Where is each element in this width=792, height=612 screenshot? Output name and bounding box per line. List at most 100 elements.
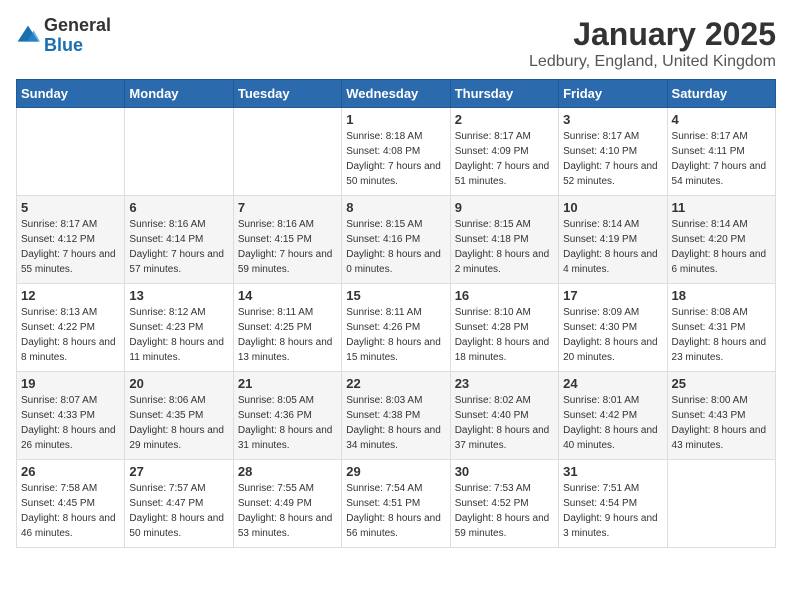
day-info: Sunrise: 8:16 AM Sunset: 4:14 PM Dayligh…: [129, 217, 228, 277]
calendar-cell: 29 Sunrise: 7:54 AM Sunset: 4:51 PM Dayli…: [342, 460, 450, 548]
day-number: 9: [455, 200, 554, 215]
day-number: 14: [238, 288, 337, 303]
day-info: Sunrise: 8:13 AM Sunset: 4:22 PM Dayligh…: [21, 305, 120, 365]
logo-general-text: General: [44, 16, 111, 36]
logo: General Blue: [16, 16, 111, 56]
day-number: 16: [455, 288, 554, 303]
day-info: Sunrise: 8:09 AM Sunset: 4:30 PM Dayligh…: [563, 305, 662, 365]
calendar-cell: [17, 108, 125, 196]
day-info: Sunrise: 8:16 AM Sunset: 4:15 PM Dayligh…: [238, 217, 337, 277]
calendar-cell: 19 Sunrise: 8:07 AM Sunset: 4:33 PM Dayli…: [17, 372, 125, 460]
day-info: Sunrise: 8:17 AM Sunset: 4:09 PM Dayligh…: [455, 129, 554, 189]
calendar-cell: 15 Sunrise: 8:11 AM Sunset: 4:26 PM Dayli…: [342, 284, 450, 372]
day-number: 4: [672, 112, 771, 127]
col-header-sunday: Sunday: [17, 80, 125, 108]
day-info: Sunrise: 8:12 AM Sunset: 4:23 PM Dayligh…: [129, 305, 228, 365]
day-info: Sunrise: 8:17 AM Sunset: 4:11 PM Dayligh…: [672, 129, 771, 189]
logo-blue-text: Blue: [44, 36, 111, 56]
calendar-cell: 21 Sunrise: 8:05 AM Sunset: 4:36 PM Dayli…: [233, 372, 341, 460]
calendar-cell: 25 Sunrise: 8:00 AM Sunset: 4:43 PM Dayli…: [667, 372, 775, 460]
col-header-tuesday: Tuesday: [233, 80, 341, 108]
page-subtitle: Ledbury, England, United Kingdom: [529, 53, 776, 71]
calendar-table: SundayMondayTuesdayWednesdayThursdayFrid…: [16, 79, 776, 548]
day-number: 29: [346, 464, 445, 479]
col-header-saturday: Saturday: [667, 80, 775, 108]
calendar-cell: 22 Sunrise: 8:03 AM Sunset: 4:38 PM Dayli…: [342, 372, 450, 460]
day-number: 12: [21, 288, 120, 303]
header: General Blue January 2025 Ledbury, Engla…: [16, 16, 776, 71]
calendar-cell: 5 Sunrise: 8:17 AM Sunset: 4:12 PM Daylig…: [17, 196, 125, 284]
day-info: Sunrise: 7:58 AM Sunset: 4:45 PM Dayligh…: [21, 481, 120, 541]
calendar-cell: 12 Sunrise: 8:13 AM Sunset: 4:22 PM Dayli…: [17, 284, 125, 372]
calendar-cell: 16 Sunrise: 8:10 AM Sunset: 4:28 PM Dayli…: [450, 284, 558, 372]
day-number: 2: [455, 112, 554, 127]
day-info: Sunrise: 8:01 AM Sunset: 4:42 PM Dayligh…: [563, 393, 662, 453]
calendar-cell: [667, 460, 775, 548]
day-info: Sunrise: 8:17 AM Sunset: 4:10 PM Dayligh…: [563, 129, 662, 189]
calendar-cell: 11 Sunrise: 8:14 AM Sunset: 4:20 PM Dayli…: [667, 196, 775, 284]
day-number: 6: [129, 200, 228, 215]
calendar-cell: 8Sunrise: 8:15 AM Sunset: 4:16 PM Daylig…: [342, 196, 450, 284]
day-number: 8: [346, 200, 445, 215]
page-title: January 2025: [529, 16, 776, 53]
calendar-cell: 10Sunrise: 8:14 AM Sunset: 4:19 PM Dayli…: [559, 196, 667, 284]
day-info: Sunrise: 8:06 AM Sunset: 4:35 PM Dayligh…: [129, 393, 228, 453]
day-info: Sunrise: 7:55 AM Sunset: 4:49 PM Dayligh…: [238, 481, 337, 541]
calendar-week-row: 19 Sunrise: 8:07 AM Sunset: 4:33 PM Dayli…: [17, 372, 776, 460]
calendar-header-row: SundayMondayTuesdayWednesdayThursdayFrid…: [17, 80, 776, 108]
calendar-week-row: 26Sunrise: 7:58 AM Sunset: 4:45 PM Dayli…: [17, 460, 776, 548]
day-info: Sunrise: 7:51 AM Sunset: 4:54 PM Dayligh…: [563, 481, 662, 541]
day-number: 25: [672, 376, 771, 391]
calendar-cell: 24 Sunrise: 8:01 AM Sunset: 4:42 PM Dayli…: [559, 372, 667, 460]
day-info: Sunrise: 8:08 AM Sunset: 4:31 PM Dayligh…: [672, 305, 771, 365]
day-number: 5: [21, 200, 120, 215]
day-number: 1: [346, 112, 445, 127]
day-number: 27: [129, 464, 228, 479]
day-info: Sunrise: 8:11 AM Sunset: 4:26 PM Dayligh…: [346, 305, 445, 365]
calendar-cell: 18 Sunrise: 8:08 AM Sunset: 4:31 PM Dayli…: [667, 284, 775, 372]
calendar-week-row: 5 Sunrise: 8:17 AM Sunset: 4:12 PM Daylig…: [17, 196, 776, 284]
day-info: Sunrise: 8:10 AM Sunset: 4:28 PM Dayligh…: [455, 305, 554, 365]
calendar-week-row: 12 Sunrise: 8:13 AM Sunset: 4:22 PM Dayli…: [17, 284, 776, 372]
day-info: Sunrise: 7:53 AM Sunset: 4:52 PM Dayligh…: [455, 481, 554, 541]
calendar-week-row: 1 Sunrise: 8:18 AM Sunset: 4:08 PM Daylig…: [17, 108, 776, 196]
calendar-cell: 26Sunrise: 7:58 AM Sunset: 4:45 PM Dayli…: [17, 460, 125, 548]
day-info: Sunrise: 8:14 AM Sunset: 4:19 PM Dayligh…: [563, 217, 662, 277]
day-info: Sunrise: 8:18 AM Sunset: 4:08 PM Dayligh…: [346, 129, 445, 189]
day-info: Sunrise: 8:03 AM Sunset: 4:38 PM Dayligh…: [346, 393, 445, 453]
day-number: 11: [672, 200, 771, 215]
calendar-cell: 23Sunrise: 8:02 AM Sunset: 4:40 PM Dayli…: [450, 372, 558, 460]
day-number: 21: [238, 376, 337, 391]
day-info: Sunrise: 7:54 AM Sunset: 4:51 PM Dayligh…: [346, 481, 445, 541]
calendar-cell: [233, 108, 341, 196]
calendar-cell: 2 Sunrise: 8:17 AM Sunset: 4:09 PM Daylig…: [450, 108, 558, 196]
day-number: 17: [563, 288, 662, 303]
day-info: Sunrise: 8:11 AM Sunset: 4:25 PM Dayligh…: [238, 305, 337, 365]
day-info: Sunrise: 8:07 AM Sunset: 4:33 PM Dayligh…: [21, 393, 120, 453]
day-number: 31: [563, 464, 662, 479]
col-header-thursday: Thursday: [450, 80, 558, 108]
title-area: January 2025 Ledbury, England, United Ki…: [529, 16, 776, 71]
calendar-cell: 27Sunrise: 7:57 AM Sunset: 4:47 PM Dayli…: [125, 460, 233, 548]
calendar-cell: 17 Sunrise: 8:09 AM Sunset: 4:30 PM Dayli…: [559, 284, 667, 372]
day-number: 3: [563, 112, 662, 127]
calendar-cell: 20Sunrise: 8:06 AM Sunset: 4:35 PM Dayli…: [125, 372, 233, 460]
day-number: 18: [672, 288, 771, 303]
day-number: 24: [563, 376, 662, 391]
col-header-wednesday: Wednesday: [342, 80, 450, 108]
day-info: Sunrise: 8:14 AM Sunset: 4:20 PM Dayligh…: [672, 217, 771, 277]
day-number: 28: [238, 464, 337, 479]
day-number: 22: [346, 376, 445, 391]
day-number: 15: [346, 288, 445, 303]
calendar-cell: 30Sunrise: 7:53 AM Sunset: 4:52 PM Dayli…: [450, 460, 558, 548]
col-header-friday: Friday: [559, 80, 667, 108]
day-info: Sunrise: 8:05 AM Sunset: 4:36 PM Dayligh…: [238, 393, 337, 453]
day-number: 19: [21, 376, 120, 391]
col-header-monday: Monday: [125, 80, 233, 108]
day-info: Sunrise: 8:17 AM Sunset: 4:12 PM Dayligh…: [21, 217, 120, 277]
calendar-cell: 4 Sunrise: 8:17 AM Sunset: 4:11 PM Daylig…: [667, 108, 775, 196]
calendar-cell: 31 Sunrise: 7:51 AM Sunset: 4:54 PM Dayli…: [559, 460, 667, 548]
calendar-cell: 3 Sunrise: 8:17 AM Sunset: 4:10 PM Daylig…: [559, 108, 667, 196]
day-info: Sunrise: 8:00 AM Sunset: 4:43 PM Dayligh…: [672, 393, 771, 453]
logo-icon: [16, 24, 40, 48]
